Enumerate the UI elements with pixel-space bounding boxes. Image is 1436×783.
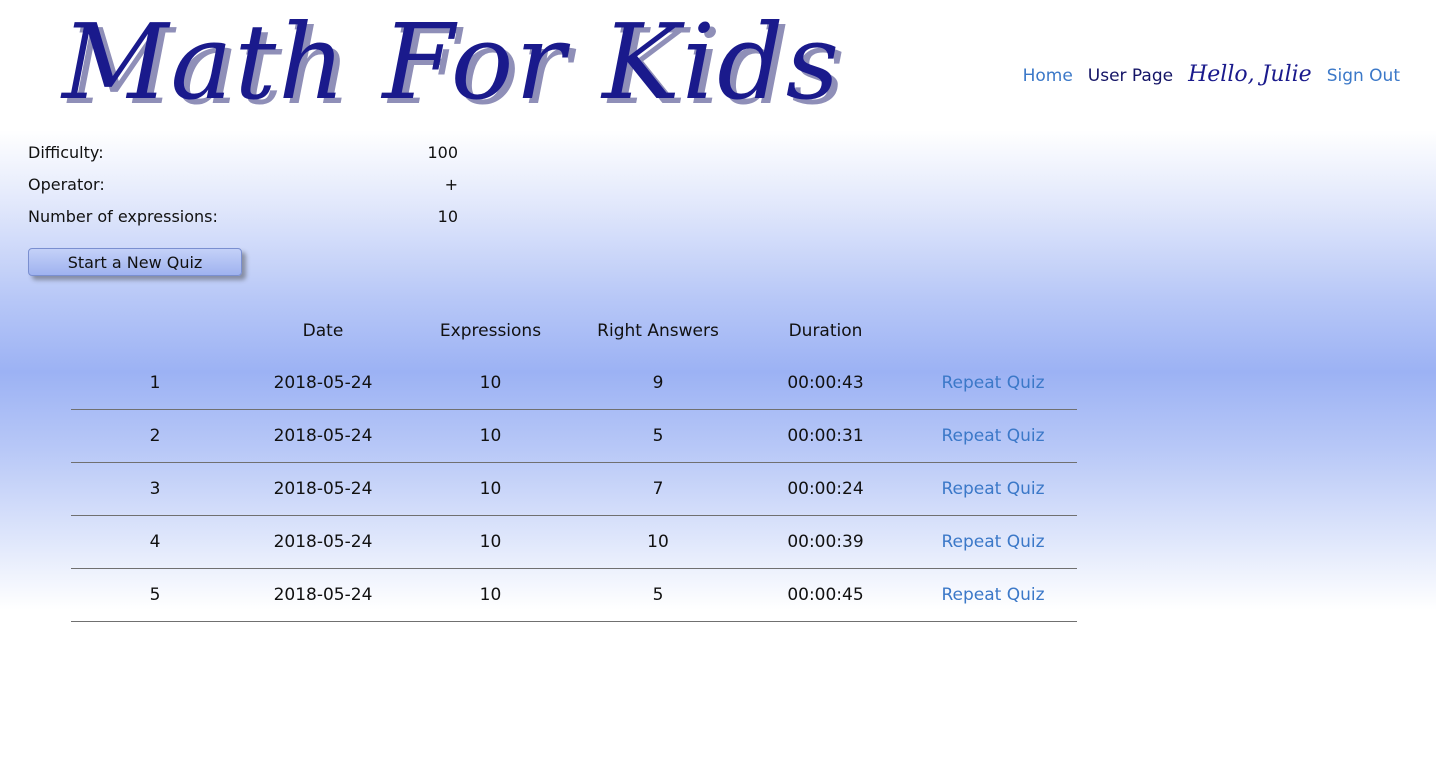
repeat-quiz-link[interactable]: Repeat Quiz (941, 373, 1044, 393)
cell-right-answers: 5 (574, 568, 742, 622)
cell-right-answers: 7 (574, 462, 742, 516)
site-logo: Math For Kids (62, 1, 842, 123)
cell-action: Repeat Quiz (909, 515, 1077, 569)
cell-duration: 00:00:43 (742, 357, 909, 410)
cell-number: 1 (71, 357, 239, 410)
setting-value: + (444, 175, 458, 194)
repeat-quiz-link[interactable]: Repeat Quiz (941, 479, 1044, 499)
cell-duration: 00:00:45 (742, 568, 909, 622)
quiz-settings: Difficulty: 100 Operator: + Number of ex… (28, 141, 458, 237)
setting-value: 100 (427, 143, 458, 162)
cell-number: 3 (71, 462, 239, 516)
cell-number: 4 (71, 515, 239, 569)
cell-right-answers: 9 (574, 357, 742, 410)
nav-home-link[interactable]: Home (1023, 66, 1073, 86)
cell-action: Repeat Quiz (909, 568, 1077, 622)
repeat-quiz-link[interactable]: Repeat Quiz (941, 426, 1044, 446)
column-header-right-answers: Right Answers (597, 321, 719, 341)
setting-operator: Operator: + (28, 173, 458, 205)
cell-expressions: 10 (407, 462, 574, 516)
column-header-expressions: Expressions (439, 321, 542, 341)
cell-date: 2018-05-24 (239, 515, 407, 569)
table-row: 1 2018-05-24 10 9 00:00:43 Repeat Quiz (71, 357, 1077, 410)
nav-user-page-link[interactable]: User Page (1088, 66, 1173, 86)
cell-right-answers: 5 (574, 409, 742, 463)
quiz-history-table: Date Expressions Right Answers Duration … (71, 305, 1077, 622)
column-header-number (71, 305, 239, 357)
table-row: 2 2018-05-24 10 5 00:00:31 Repeat Quiz (71, 409, 1077, 463)
repeat-quiz-link[interactable]: Repeat Quiz (941, 585, 1044, 605)
cell-number: 2 (71, 409, 239, 463)
cell-duration: 00:00:31 (742, 409, 909, 463)
cell-date: 2018-05-24 (239, 462, 407, 516)
cell-date: 2018-05-24 (239, 357, 407, 410)
table-row: 4 2018-05-24 10 10 00:00:39 Repeat Quiz (71, 515, 1077, 569)
table-row: 5 2018-05-24 10 5 00:00:45 Repeat Quiz (71, 568, 1077, 622)
column-header-date: Date (302, 321, 344, 341)
setting-expressions: Number of expressions: 10 (28, 205, 458, 237)
cell-number: 5 (71, 568, 239, 622)
nav-sign-out-link[interactable]: Sign Out (1327, 66, 1400, 86)
cell-action: Repeat Quiz (909, 357, 1077, 410)
cell-expressions: 10 (407, 409, 574, 463)
column-header-action (909, 305, 1077, 357)
cell-right-answers: 10 (574, 515, 742, 569)
table-header-row: Date Expressions Right Answers Duration (71, 305, 1077, 357)
repeat-quiz-link[interactable]: Repeat Quiz (941, 532, 1044, 552)
setting-label: Number of expressions: (28, 207, 218, 226)
cell-expressions: 10 (407, 357, 574, 410)
cell-date: 2018-05-24 (239, 409, 407, 463)
top-nav: Home User Page Hello, Julie Sign Out (1023, 62, 1400, 87)
cell-expressions: 10 (407, 568, 574, 622)
user-greeting: Hello, Julie (1188, 62, 1312, 87)
start-new-quiz-button[interactable]: Start a New Quiz (28, 248, 242, 276)
cell-action: Repeat Quiz (909, 462, 1077, 516)
setting-label: Difficulty: (28, 143, 104, 162)
setting-label: Operator: (28, 175, 105, 194)
cell-action: Repeat Quiz (909, 409, 1077, 463)
table-row: 3 2018-05-24 10 7 00:00:24 Repeat Quiz (71, 462, 1077, 516)
setting-value: 10 (437, 207, 458, 226)
cell-expressions: 10 (407, 515, 574, 569)
cell-date: 2018-05-24 (239, 568, 407, 622)
cell-duration: 00:00:24 (742, 462, 909, 516)
setting-difficulty: Difficulty: 100 (28, 141, 458, 173)
cell-duration: 00:00:39 (742, 515, 909, 569)
column-header-duration: Duration (788, 321, 863, 341)
